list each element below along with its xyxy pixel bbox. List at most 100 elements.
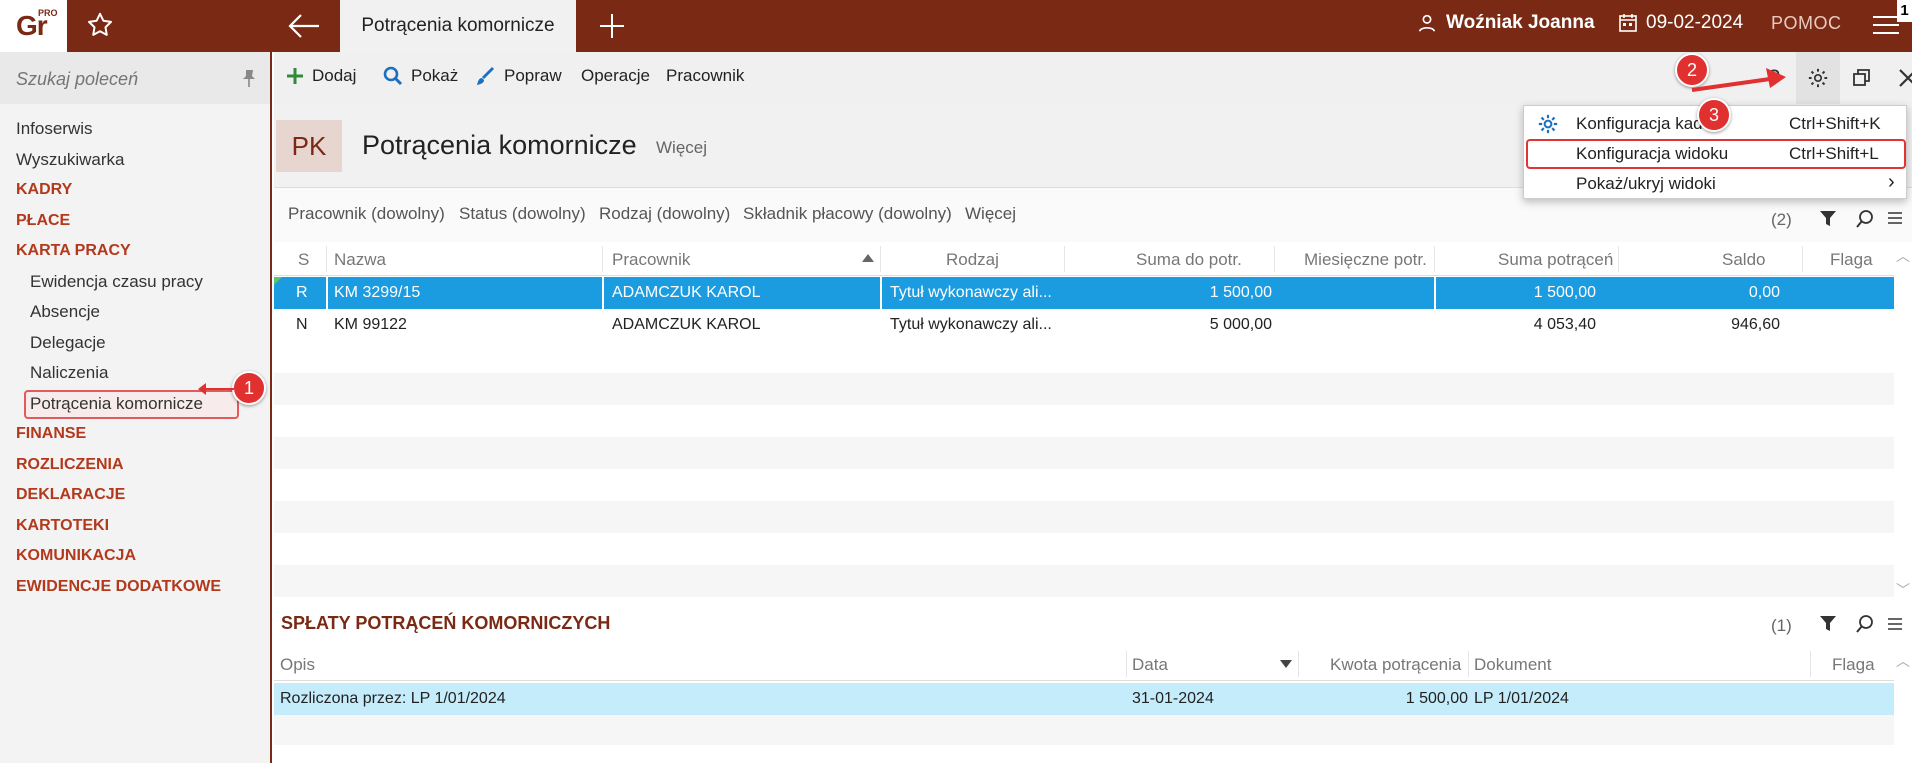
command-search-input[interactable] — [16, 66, 226, 92]
header-more-link[interactable]: Więcej — [656, 138, 707, 158]
table-row[interactable]: N KM 99122 ADAMCZUK KAROL Tytuł wykonawc… — [274, 309, 1894, 341]
list-menu-icon[interactable] — [1888, 211, 1902, 225]
submenu-chevron-icon: › — [1888, 171, 1895, 193]
empty-row — [274, 501, 1894, 533]
close-icon[interactable] — [1886, 52, 1912, 104]
favorite-star-icon[interactable] — [85, 10, 115, 40]
sidebar-item-section[interactable]: KARTOTEKI — [16, 511, 266, 542]
sidebar-item-section[interactable]: KOMUNIKACJA — [16, 541, 266, 572]
col-miesieczne[interactable]: Miesięczne potr. — [1304, 250, 1427, 270]
cell-opis: Rozliczona przez: LP 1/01/2024 — [280, 690, 506, 707]
col-pracownik[interactable]: Pracownik — [612, 250, 690, 270]
filter-icon[interactable] — [1819, 210, 1837, 228]
sidebar-item-section[interactable]: FINANSE — [16, 419, 266, 450]
payments-grid-header: Opis Data Kwota potrącenia Dokument Flag… — [274, 647, 1894, 681]
col-dokument[interactable]: Dokument — [1474, 655, 1551, 675]
annotation-badge-1: 1 — [232, 371, 266, 405]
sidebar-item-section[interactable]: EWIDENCJE DODATKOWE — [16, 572, 266, 603]
cell-nazwa: KM 3299/15 — [334, 284, 421, 301]
sidebar-item-sub[interactable]: Delegacje — [16, 328, 266, 359]
menu-item-view-config[interactable]: Konfiguracja widoku Ctrl+Shift+L — [1524, 139, 1908, 169]
col-rodzaj[interactable]: Rodzaj — [946, 250, 999, 270]
cell-data: 31-01-2024 — [1132, 690, 1214, 707]
sidebar-item-section[interactable]: ROZLICZENIA — [16, 450, 266, 481]
cell-suma-potr: 1 500,00 — [1533, 284, 1596, 301]
sidebar-item-section[interactable]: KADRY — [16, 175, 266, 206]
empty-row — [274, 565, 1894, 597]
payment-row[interactable]: Rozliczona przez: LP 1/01/2024 31-01-202… — [274, 683, 1894, 715]
col-opis[interactable]: Opis — [280, 655, 315, 675]
filter-employee[interactable]: Pracownik (dowolny) — [288, 204, 445, 224]
work-date[interactable]: 09-02-2024 — [1618, 12, 1743, 34]
sidebar-item-link[interactable]: Infoserwis — [16, 114, 266, 145]
col-s[interactable]: S — [298, 250, 309, 270]
user-info[interactable]: Woźniak Joanna — [1416, 12, 1595, 34]
col-flaga[interactable]: Flaga — [1832, 655, 1875, 675]
settings-gear-icon[interactable] — [1796, 52, 1840, 104]
cell-rodzaj: Tytuł wykonawczy ali... — [890, 284, 1052, 301]
grid-header: S Nazwa Pracownik Rodzaj Suma do potr. M… — [274, 242, 1894, 276]
show-button[interactable]: Pokaż — [383, 66, 458, 86]
search-icon[interactable] — [1855, 614, 1875, 634]
search-icon[interactable] — [1855, 209, 1875, 229]
cell-saldo: 0,00 — [1748, 284, 1780, 301]
add-label: Dodaj — [312, 66, 357, 85]
search-icon — [383, 66, 403, 86]
logo-badge: PRO — [38, 8, 58, 18]
edit-button[interactable]: Popraw — [476, 66, 562, 86]
plus-icon — [287, 68, 303, 84]
filter-icon[interactable] — [1819, 615, 1837, 633]
cell-kwota: 1 500,00 — [1405, 690, 1468, 707]
scroll-down-icon[interactable]: ﹀ — [1896, 580, 1912, 600]
filter-status[interactable]: Status (dowolny) — [459, 204, 586, 224]
cell-suma-do: 5 000,00 — [1209, 316, 1272, 333]
sidebar-item-sub[interactable]: Absencje — [16, 297, 266, 328]
pin-icon[interactable] — [240, 68, 258, 88]
table-row[interactable]: R KM 3299/15 ADAMCZUK KAROL Tytuł wykona… — [274, 277, 1894, 309]
col-suma-potracen[interactable]: Suma potrąceń — [1498, 250, 1613, 270]
col-data[interactable]: Data — [1132, 655, 1168, 675]
new-tab-plus-icon[interactable] — [596, 10, 628, 42]
cell-rodzaj: Tytuł wykonawczy ali... — [890, 316, 1052, 333]
cell-s: N — [296, 316, 308, 333]
sidebar-nav: Infoserwis Wyszukiwarka KADRY PŁACE KARTA PR… — [16, 114, 266, 602]
filter-type[interactable]: Rodzaj (dowolny) — [599, 204, 730, 224]
sidebar-item-section[interactable]: DEKLARACJE — [16, 480, 266, 511]
scroll-up-icon[interactable]: ︿ — [1896, 246, 1912, 266]
annotation-badge-3: 3 — [1697, 98, 1731, 132]
menu-label: Pokaż/ukryj widoki — [1576, 174, 1716, 193]
operations-button[interactable]: Operacje — [581, 66, 650, 86]
user-icon — [1418, 14, 1436, 32]
restore-window-icon[interactable] — [1840, 52, 1884, 104]
sort-desc-icon — [1280, 660, 1292, 668]
row-marker-icon — [274, 277, 282, 285]
empty-row — [274, 715, 1894, 745]
app-logo[interactable]: Gr PRO — [0, 0, 67, 52]
list-menu-icon[interactable] — [1888, 617, 1902, 631]
sidebar-item-link[interactable]: Wyszukiwarka — [16, 145, 266, 176]
tab-potracenia[interactable]: Potrącenia komornicze — [340, 0, 576, 52]
col-nazwa[interactable]: Nazwa — [334, 250, 386, 270]
menu-item-toggle-views[interactable]: Pokaż/ukryj widoki › — [1524, 169, 1908, 199]
col-kwota[interactable]: Kwota potrącenia — [1330, 655, 1461, 675]
sidebar: InfoserwisWyszukiwarkaKADRYPŁACEKARTA PR… — [0, 52, 272, 763]
command-search — [0, 52, 270, 104]
back-arrow-icon[interactable] — [287, 12, 321, 40]
col-saldo[interactable]: Saldo — [1722, 250, 1765, 270]
top-bar: Gr PRO Potrącenia komornicze Woźniak Joa… — [0, 0, 1912, 52]
help-link[interactable]: POMOC — [1771, 13, 1842, 34]
sort-asc-icon — [862, 254, 874, 262]
sidebar-item-sub[interactable]: Ewidencja czasu pracy — [16, 267, 266, 298]
date-value: 09-02-2024 — [1646, 12, 1744, 33]
employee-button[interactable]: Pracownik — [666, 66, 744, 86]
add-button[interactable]: Dodaj — [286, 66, 356, 86]
hamburger-menu-icon[interactable] — [1873, 14, 1899, 36]
filter-pay-component[interactable]: Składnik płacowy (dowolny) — [743, 204, 952, 224]
menu-label: Konfiguracja widoku — [1576, 144, 1729, 163]
sidebar-item-section[interactable]: PŁACE — [16, 206, 266, 237]
scroll-up-icon[interactable]: ︿ — [1896, 651, 1912, 671]
sidebar-item-section[interactable]: KARTA PRACY — [16, 236, 266, 267]
col-suma-do-potr[interactable]: Suma do potr. — [1136, 250, 1242, 270]
col-flaga[interactable]: Flaga — [1830, 250, 1873, 270]
filter-more[interactable]: Więcej — [965, 204, 1016, 224]
